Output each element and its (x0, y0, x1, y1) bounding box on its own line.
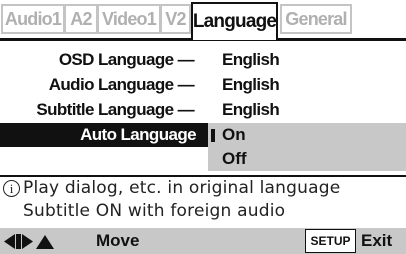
option-off[interactable]: Off (222, 147, 247, 171)
setting-value: English (222, 100, 280, 119)
setting-label: Audio Language — (48, 75, 195, 94)
tab-video1[interactable]: Video1 (97, 4, 161, 34)
arrow-left-right-up-icon (4, 234, 54, 249)
tab-a2[interactable]: A2 (64, 4, 98, 34)
setting-label: Auto Language (80, 125, 197, 144)
tab-language[interactable]: Language (191, 2, 278, 40)
move-label: Move (96, 231, 140, 250)
tab-audio1[interactable]: Audio1 (1, 4, 65, 34)
setup-button[interactable]: SETUP (305, 229, 356, 253)
setting-value: English (222, 50, 280, 69)
tab-bar: Audio1 A2 Video1 V2 Language General (0, 0, 406, 41)
option-list: On Off (208, 123, 406, 171)
info-text-line1: Play dialog, etc. in original language (23, 178, 341, 198)
setting-row-auto-language[interactable]: Auto Language (0, 123, 208, 147)
current-option-marker (211, 129, 215, 142)
info-icon: i (3, 180, 20, 197)
option-on[interactable]: On (222, 123, 246, 147)
tab-v2[interactable]: V2 (160, 4, 191, 34)
setting-label: OSD Language — (58, 50, 195, 69)
divider (0, 175, 406, 177)
exit-label: Exit (361, 231, 393, 250)
tab-general[interactable]: General (280, 4, 352, 34)
setting-label: Subtitle Language — (36, 100, 194, 119)
info-text-line2: Subtitle ON with foreign audio (23, 201, 286, 221)
setting-value: English (222, 75, 280, 94)
footer-bar: Move SETUP Exit (0, 228, 406, 254)
